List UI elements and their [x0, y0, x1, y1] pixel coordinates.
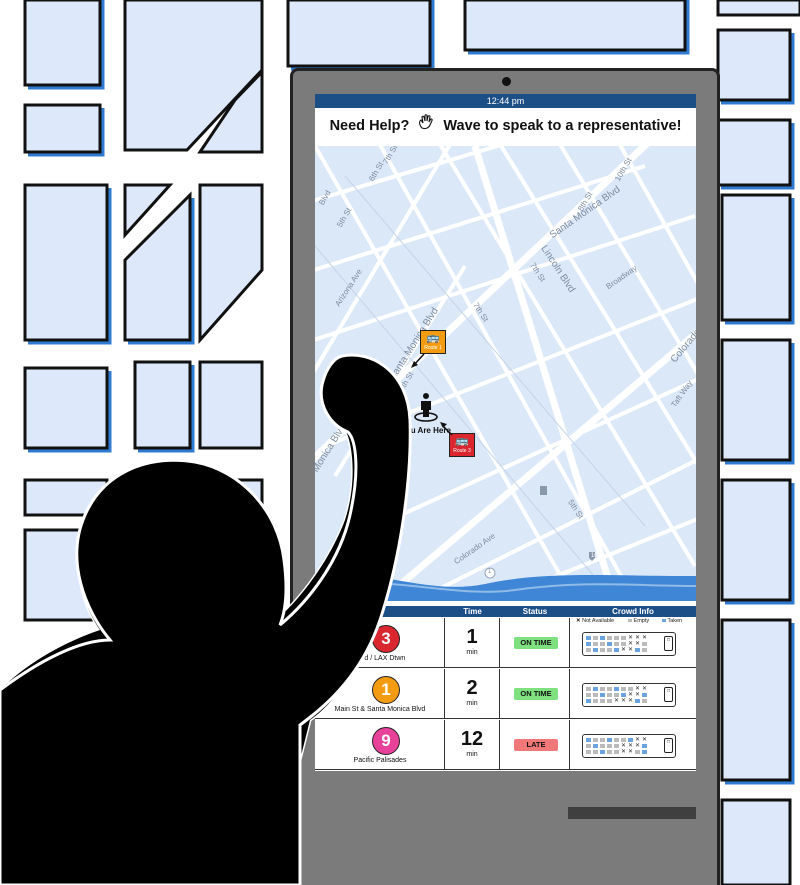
person-silhouette: [0, 353, 412, 885]
